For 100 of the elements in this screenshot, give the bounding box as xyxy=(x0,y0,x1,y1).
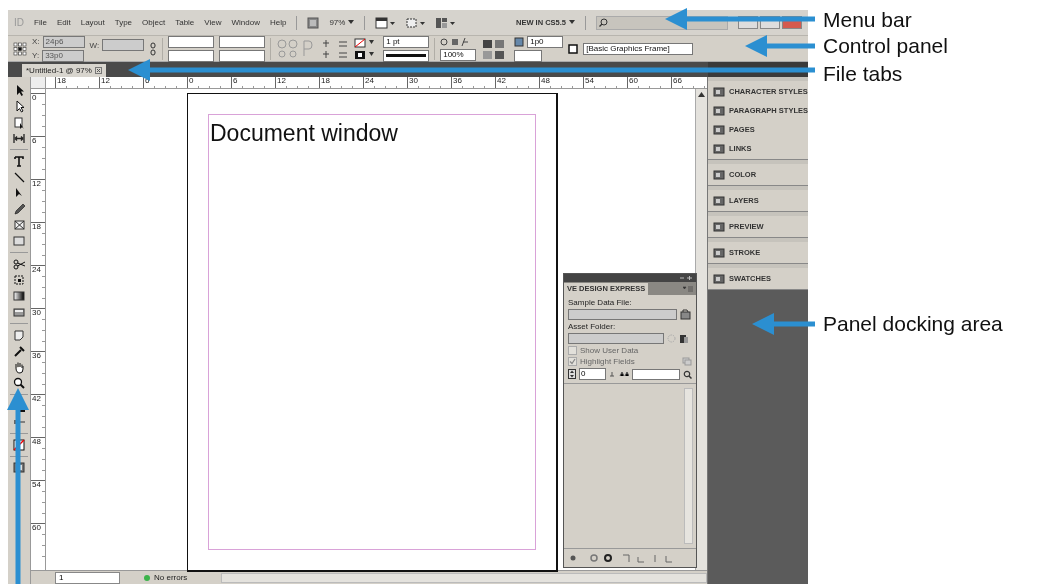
pencil-tool-icon[interactable] xyxy=(12,202,26,216)
menu-item[interactable]: File xyxy=(34,18,47,27)
panel-icon xyxy=(713,272,725,285)
ruler-number: 42 xyxy=(496,77,507,85)
menu-item[interactable]: Object xyxy=(142,18,166,27)
close-icon[interactable] xyxy=(94,67,102,74)
menu-item[interactable]: Layout xyxy=(80,18,105,27)
scale-y-field[interactable] xyxy=(168,49,215,62)
ruler-number: 36 xyxy=(452,77,463,85)
panel-icon xyxy=(713,142,725,155)
panel-menu-icon[interactable] xyxy=(683,285,693,292)
menu-item[interactable]: Window xyxy=(231,18,260,27)
rectangle-tool-icon[interactable] xyxy=(12,234,26,248)
ruler-number: 36 xyxy=(31,352,42,360)
ruler-number: 18 xyxy=(56,77,67,85)
record-nav-icon[interactable] xyxy=(609,371,629,377)
menu-item[interactable]: Type xyxy=(114,18,133,27)
asset-folder-field[interactable] xyxy=(568,333,664,344)
feather-tool-icon[interactable] xyxy=(12,305,26,319)
callout-label: Menu bar xyxy=(823,8,912,32)
page-field[interactable]: 1 xyxy=(55,571,120,584)
shear-field[interactable] xyxy=(219,49,266,62)
ruler-number: 0 xyxy=(31,94,38,102)
zoom-dropdown[interactable]: 97% xyxy=(329,18,355,27)
search-field[interactable] xyxy=(632,368,680,380)
line-tool-icon[interactable] xyxy=(12,170,26,184)
ruler-number: 30 xyxy=(31,309,42,317)
width-field[interactable] xyxy=(102,39,145,51)
stroke-type-dropdown[interactable] xyxy=(383,49,430,62)
no-color-icon[interactable] xyxy=(12,438,26,452)
panel-icon xyxy=(713,246,725,259)
zoom-icon[interactable] xyxy=(12,376,26,390)
menu-item[interactable]: Help xyxy=(269,18,287,27)
transform-tool-icon[interactable] xyxy=(12,273,26,287)
vertical-scroll-bar[interactable] xyxy=(695,89,707,570)
ruler-number: 48 xyxy=(31,438,42,446)
type-tool-icon[interactable] xyxy=(12,154,26,168)
note-tool-icon[interactable] xyxy=(12,328,26,342)
folder-icon[interactable] xyxy=(679,333,689,344)
opacity-field[interactable]: 100% xyxy=(440,48,477,61)
callout-label: Panel docking area xyxy=(823,312,1003,336)
ruler-number: 48 xyxy=(540,77,551,85)
menu-item[interactable]: Table xyxy=(175,18,195,27)
effects-icons[interactable] xyxy=(440,36,471,47)
ruler-number: 18 xyxy=(320,77,331,85)
frame-tool-icon[interactable] xyxy=(12,218,26,232)
eyedropper-icon[interactable] xyxy=(12,344,26,358)
document-tab[interactable]: *Untitled-1 @ 97% xyxy=(22,64,106,77)
scissors-icon[interactable] xyxy=(12,257,26,271)
chain-icon[interactable] xyxy=(149,41,158,56)
menu-item[interactable]: View xyxy=(204,18,222,27)
ruler-number: 66 xyxy=(672,77,683,85)
ruler-number: 54 xyxy=(584,77,595,85)
ruler-number: 6 xyxy=(232,77,239,85)
callout-label: Control panel xyxy=(823,34,948,58)
preflight-status[interactable]: No errors xyxy=(154,573,188,582)
search-icon[interactable] xyxy=(683,369,692,379)
view-options-icon[interactable] xyxy=(375,16,396,29)
screen-mode-icon[interactable] xyxy=(405,16,426,29)
menu-item[interactable]: Edit xyxy=(56,18,71,27)
stepper-icon[interactable] xyxy=(568,369,576,379)
ruler-number: 12 xyxy=(31,180,42,188)
ruler-number: 60 xyxy=(31,524,42,532)
callout-label: File tabs xyxy=(823,62,903,86)
bridge-icon[interactable] xyxy=(307,16,320,29)
coordinate-field[interactable]: 33p0 xyxy=(42,49,85,62)
ruler-number: 24 xyxy=(31,266,42,274)
corner-dropdown[interactable] xyxy=(514,49,543,62)
field-label: W: xyxy=(89,40,100,50)
checkbox-label: Show User Data xyxy=(580,346,639,355)
open-folder-icon[interactable] xyxy=(680,309,692,320)
object-style-icon[interactable] xyxy=(568,43,579,54)
ruler-number: 30 xyxy=(408,77,419,85)
arrange-icon[interactable] xyxy=(435,16,456,29)
ruler-number: 54 xyxy=(31,481,42,489)
record-field[interactable]: 0 xyxy=(579,368,606,380)
page-tool-icon[interactable] xyxy=(12,115,26,129)
callout-arrow xyxy=(752,313,815,335)
panel-icon xyxy=(713,85,725,98)
sample-data-field[interactable] xyxy=(568,309,677,320)
auto-fit-icon[interactable] xyxy=(514,36,525,47)
field-label: Sample Data File: xyxy=(568,298,633,307)
horizontal-scroll-bar[interactable] xyxy=(221,572,707,583)
gap-tool-icon[interactable] xyxy=(12,131,26,145)
page-heading: Document window xyxy=(210,120,398,147)
search-icon xyxy=(599,18,608,27)
panel-controls-icon[interactable] xyxy=(679,275,693,281)
ruler-number: 6 xyxy=(31,137,38,145)
object-style-dropdown[interactable]: [Basic Graphics Frame] xyxy=(583,42,694,55)
status-icon xyxy=(144,574,150,581)
check-icon xyxy=(569,358,576,365)
screen-mode-icon[interactable] xyxy=(12,461,26,475)
scroll-bar[interactable] xyxy=(684,388,693,544)
reference-point-icon[interactable] xyxy=(13,41,27,56)
callout-arrow xyxy=(745,35,815,57)
field-label: X: xyxy=(32,37,40,46)
gradient-tool-icon[interactable] xyxy=(12,289,26,303)
spinner-icon xyxy=(667,334,676,343)
caret-icon xyxy=(569,20,575,25)
hand-icon[interactable] xyxy=(12,360,26,374)
